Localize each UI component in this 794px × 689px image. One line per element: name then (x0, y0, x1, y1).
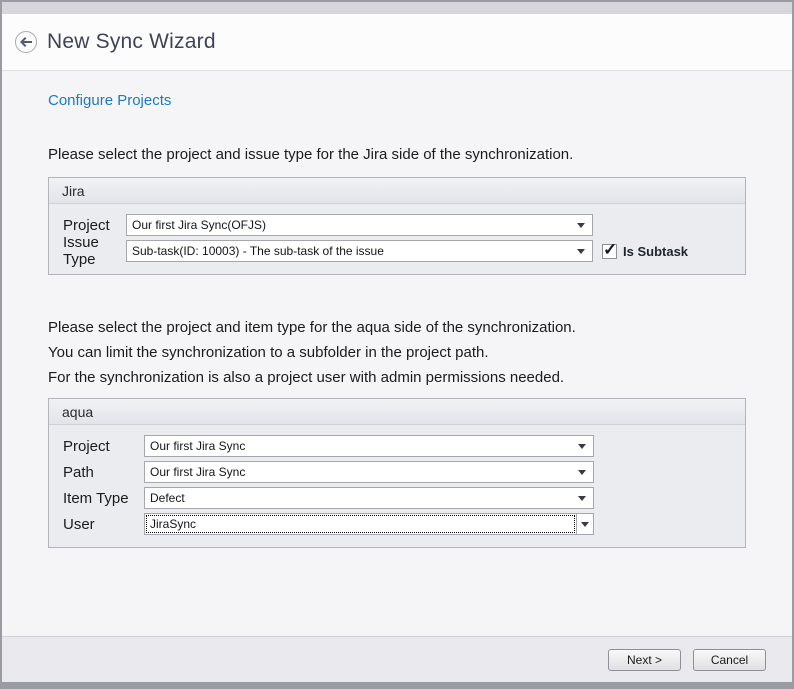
page-heading: Configure Projects (48, 92, 746, 109)
aqua-itemtype-value: Defect (150, 491, 578, 505)
jira-project-row: Project Our first Jira Sync(OFJS) (63, 214, 731, 236)
aqua-path-label: Path (63, 464, 144, 481)
jira-groupbox-title: Jira (49, 178, 745, 204)
aqua-groupbox-title: aqua (49, 399, 745, 425)
wizard-content: Configure Projects Please select the pro… (2, 71, 792, 636)
is-subtask-checkbox[interactable] (602, 244, 617, 259)
back-button[interactable] (15, 31, 37, 53)
cancel-button[interactable]: Cancel (693, 649, 766, 671)
wizard-title: New Sync Wizard (47, 30, 216, 54)
aqua-project-label: Project (63, 438, 144, 455)
jira-issuetype-row: Issue Type Sub-task(ID: 10003) - The sub… (63, 240, 731, 262)
window-chrome-strip (2, 2, 792, 14)
aqua-user-row: User JiraSync (63, 513, 731, 535)
chevron-down-icon (578, 444, 586, 449)
wizard-footer: Next > Cancel (2, 636, 792, 682)
jira-issuetype-label: Issue Type (63, 234, 126, 268)
next-button[interactable]: Next > (608, 649, 681, 671)
aqua-project-combobox[interactable]: Our first Jira Sync (144, 435, 594, 457)
chevron-down-icon (577, 223, 585, 228)
aqua-groupbox-body: Project Our first Jira Sync Path Our fir… (49, 425, 745, 547)
aqua-instruction-1: Please select the project and item type … (48, 315, 746, 340)
aqua-path-value: Our first Jira Sync (150, 465, 578, 479)
jira-instruction: Please select the project and issue type… (48, 142, 746, 167)
jira-groupbox-body: Project Our first Jira Sync(OFJS) Issue … (49, 204, 745, 274)
aqua-path-row: Path Our first Jira Sync (63, 461, 731, 483)
jira-project-value: Our first Jira Sync(OFJS) (132, 218, 577, 232)
jira-issuetype-combobox[interactable]: Sub-task(ID: 10003) - The sub-task of th… (126, 240, 593, 262)
aqua-instruction-2: You can limit the synchronization to a s… (48, 340, 746, 365)
aqua-itemtype-label: Item Type (63, 490, 144, 507)
wizard-header: New Sync Wizard (2, 14, 792, 71)
is-subtask-label: Is Subtask (623, 244, 688, 259)
wizard-window: New Sync Wizard Configure Projects Pleas… (0, 0, 794, 689)
aqua-user-label: User (63, 516, 144, 533)
aqua-user-combobox[interactable]: JiraSync (144, 513, 594, 535)
jira-groupbox: Jira Project Our first Jira Sync(OFJS) I… (48, 177, 746, 275)
chevron-down-icon (578, 470, 586, 475)
aqua-project-value: Our first Jira Sync (150, 439, 578, 453)
aqua-user-edit-area[interactable]: JiraSync (145, 514, 576, 534)
chevron-down-icon (578, 496, 586, 501)
is-subtask-checkbox-wrap[interactable]: Is Subtask (602, 244, 688, 259)
jira-issuetype-value: Sub-task(ID: 10003) - The sub-task of th… (132, 244, 577, 258)
aqua-user-dropdown-button[interactable] (576, 514, 593, 534)
jira-project-combobox[interactable]: Our first Jira Sync(OFJS) (126, 214, 593, 236)
aqua-groupbox: aqua Project Our first Jira Sync Path Ou… (48, 398, 746, 548)
chevron-down-icon (581, 522, 589, 527)
aqua-path-combobox[interactable]: Our first Jira Sync (144, 461, 594, 483)
jira-project-label: Project (63, 217, 126, 234)
back-arrow-icon (20, 37, 32, 47)
aqua-project-row: Project Our first Jira Sync (63, 435, 731, 457)
content-spacer (48, 548, 746, 636)
aqua-user-value: JiraSync (150, 517, 576, 531)
aqua-itemtype-combobox[interactable]: Defect (144, 487, 594, 509)
aqua-instruction-3: For the synchronization is also a projec… (48, 365, 746, 390)
aqua-instructions: Please select the project and item type … (48, 315, 746, 398)
aqua-itemtype-row: Item Type Defect (63, 487, 731, 509)
chevron-down-icon (577, 249, 585, 254)
